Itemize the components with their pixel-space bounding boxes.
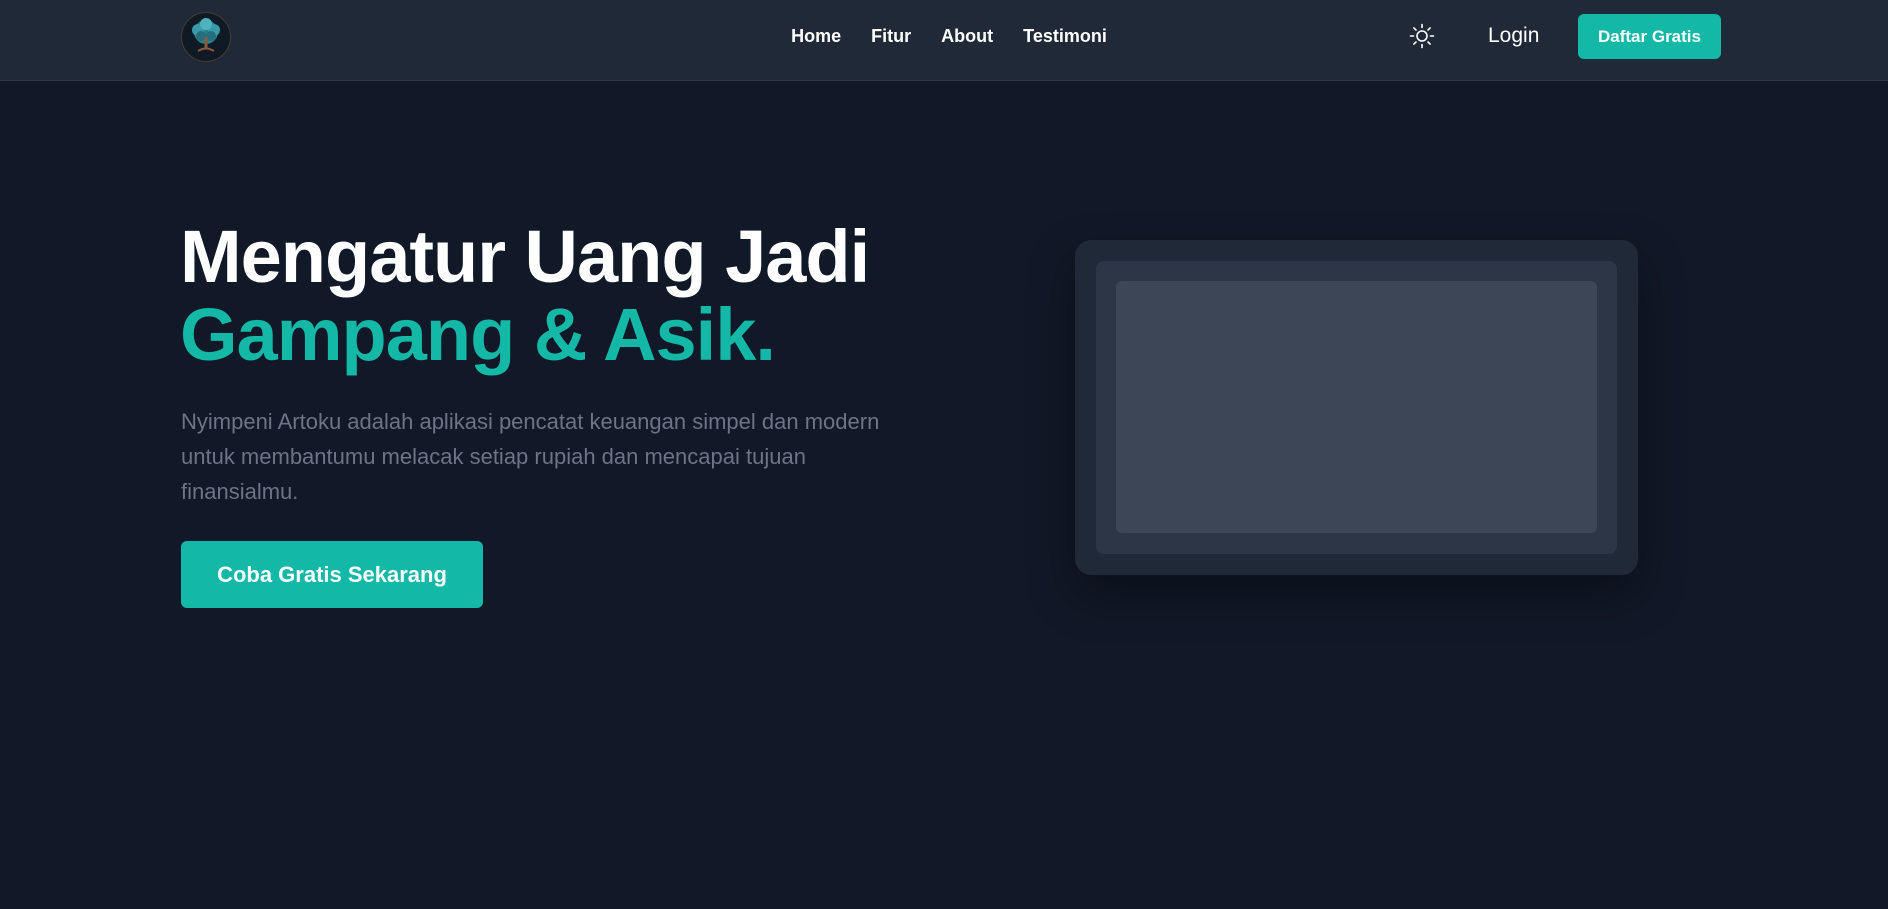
- app-mockup-frame: [1075, 240, 1638, 575]
- hero-title-line1: Mengatur Uang Jadi: [180, 215, 870, 298]
- signup-button[interactable]: Daftar Gratis: [1578, 14, 1721, 59]
- app-mockup-screen: [1096, 261, 1617, 554]
- nav-link-about[interactable]: About: [941, 26, 993, 47]
- hero-title: Mengatur Uang Jadi Gampang & Asik.: [180, 215, 870, 376]
- app-mockup-placeholder: [1116, 281, 1597, 533]
- navbar: Home Fitur About Testimoni Login Daftar …: [0, 0, 1888, 81]
- nav-link-testimoni[interactable]: Testimoni: [1023, 26, 1107, 47]
- hero-description: Nyimpeni Artoku adalah aplikasi pencatat…: [181, 409, 880, 504]
- login-link[interactable]: Login: [1488, 24, 1539, 48]
- nav-link-fitur[interactable]: Fitur: [871, 26, 911, 47]
- hero-title-line2: Gampang & Asik.: [180, 293, 776, 376]
- cta-try-free-button[interactable]: Coba Gratis Sekarang: [181, 541, 483, 608]
- nav-link-home[interactable]: Home: [791, 26, 841, 47]
- theme-toggle-button[interactable]: [1408, 22, 1436, 50]
- sun-icon: [1409, 23, 1435, 49]
